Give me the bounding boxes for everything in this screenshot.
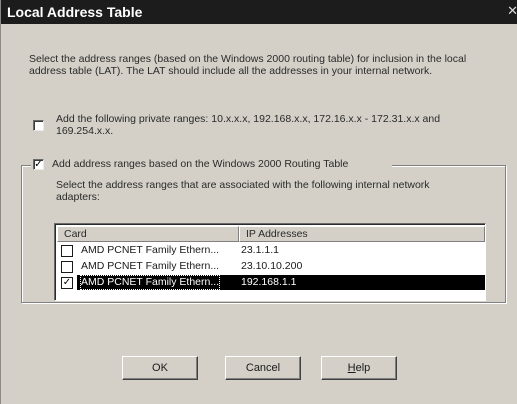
adapter-row-selected[interactable]: ✓ AMD PCNET Family Ethern... 192.168.1.1: [57, 275, 485, 290]
adapter-list[interactable]: Card IP Addresses AMD PCNET Family Ether…: [54, 223, 486, 301]
adapter-card-name: AMD PCNET Family Ethern...: [81, 244, 220, 256]
adapter-instructions: Select the address ranges that are assoc…: [56, 179, 430, 203]
adapter-row[interactable]: AMD PCNET Family Ethern... 23.10.10.200: [57, 259, 485, 274]
intro-text: Select the address ranges (based on the …: [29, 53, 467, 77]
adapter-row-checkbox[interactable]: ✓: [61, 277, 73, 289]
window-title: Local Address Table: [7, 4, 143, 20]
help-label-rest: elp: [355, 362, 371, 374]
routing-table-checkbox[interactable]: ✓: [33, 159, 44, 170]
local-address-table-dialog: Local Address Table ✕ Select the address…: [0, 0, 517, 404]
cancel-button[interactable]: Cancel: [225, 356, 301, 380]
help-button[interactable]: Help: [321, 356, 397, 380]
adapter-row-checkbox[interactable]: [61, 261, 73, 273]
private-ranges-label: Add the following private ranges: 10.x.x…: [56, 113, 441, 137]
adapter-ip-address: 23.10.10.200: [241, 260, 303, 272]
adapter-ip-address: 192.168.1.1: [241, 276, 297, 288]
adapter-list-header: Card IP Addresses: [57, 226, 485, 242]
adapter-ip-address: 23.1.1.1: [241, 244, 279, 256]
adapter-row-checkbox[interactable]: [61, 245, 73, 257]
title-bar[interactable]: Local Address Table ✕: [1, 0, 517, 24]
close-icon[interactable]: ✕: [506, 4, 517, 18]
adapter-card-name: AMD PCNET Family Ethern...: [81, 260, 220, 272]
help-mnemonic: H: [347, 362, 356, 374]
column-header-ip-addresses[interactable]: IP Addresses: [239, 226, 485, 242]
routing-table-label: Add address ranges based on the Windows …: [52, 158, 349, 170]
adapter-row[interactable]: AMD PCNET Family Ethern... 23.1.1.1: [57, 243, 485, 258]
ok-button[interactable]: OK: [122, 356, 198, 380]
private-ranges-checkbox[interactable]: [33, 120, 44, 131]
column-header-card[interactable]: Card: [57, 226, 239, 242]
routing-table-group-header: ✓ Add address ranges based on the Window…: [31, 157, 392, 171]
adapter-card-name: AMD PCNET Family Ethern...: [79, 275, 221, 290]
